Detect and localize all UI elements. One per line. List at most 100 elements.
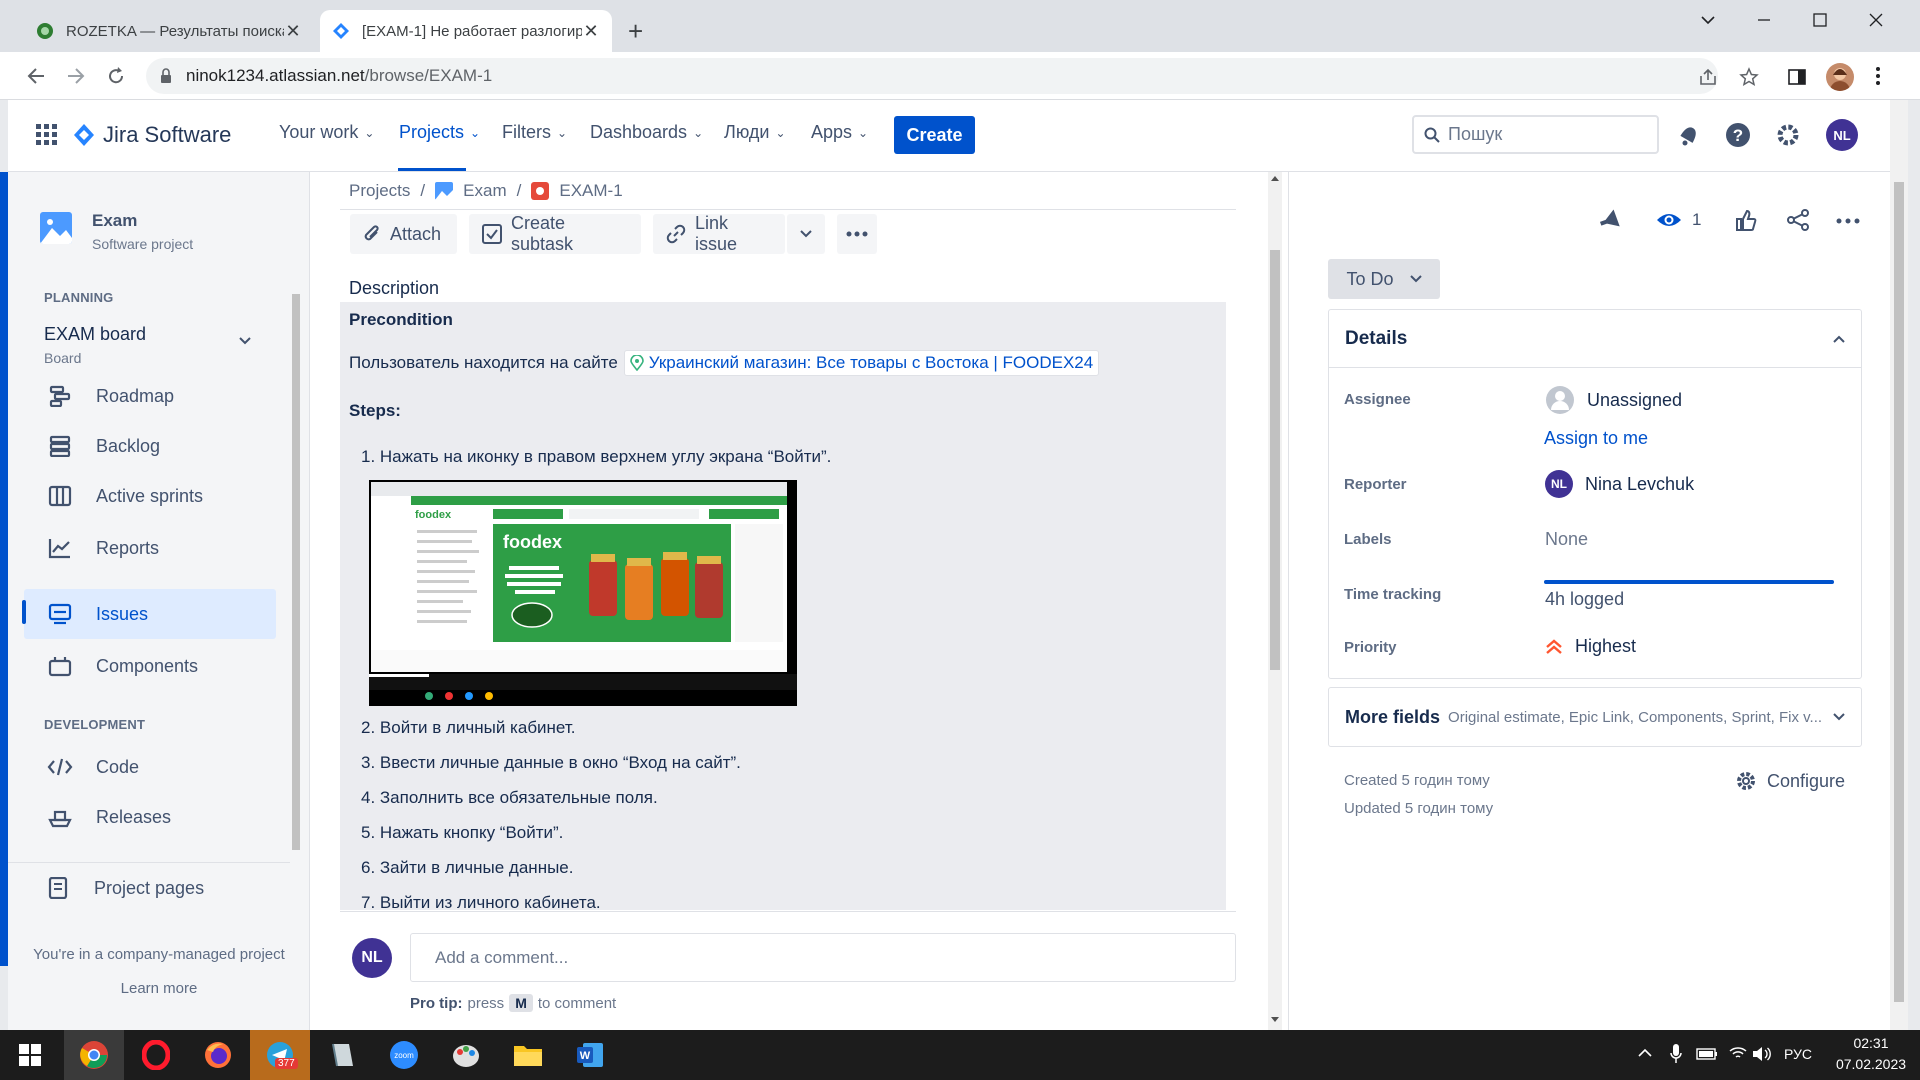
status-dropdown[interactable]: To Do — [1328, 259, 1440, 299]
sidebar-item-reports[interactable]: Reports — [24, 524, 276, 572]
settings-gear-icon[interactable] — [1775, 122, 1801, 148]
vote-thumbs-up-icon[interactable] — [1734, 208, 1758, 232]
nav-dashboards[interactable]: Dashboards ⌄ — [590, 122, 703, 143]
link-issue-button[interactable]: Link issue — [653, 213, 785, 254]
project-name[interactable]: Exam — [92, 211, 137, 231]
more-actions-button[interactable] — [837, 214, 877, 254]
create-button[interactable]: Create — [894, 116, 975, 154]
profile-avatar[interactable] — [1826, 63, 1854, 91]
foodex-smart-link[interactable]: Украинский магазин: Все товары с Востока… — [623, 350, 1100, 376]
breadcrumb-projects[interactable]: Projects — [349, 181, 410, 201]
sidebar-item-active-sprints[interactable]: Active sprints — [24, 472, 276, 520]
bookmark-star-icon[interactable] — [1739, 67, 1759, 87]
jira-logo[interactable]: Jira Software — [73, 122, 231, 148]
screenshot-attachment-image[interactable]: foodex foodex — [369, 480, 797, 706]
breadcrumb-exam[interactable]: Exam — [463, 181, 506, 201]
side-panel-icon[interactable] — [1788, 68, 1806, 86]
notes-taskbar-icon[interactable] — [312, 1030, 372, 1080]
project-avatar[interactable] — [40, 212, 72, 244]
volume-icon[interactable] — [1752, 1046, 1772, 1062]
chevron-down-icon: ⌄ — [470, 125, 481, 140]
maximize-icon[interactable] — [1792, 6, 1848, 34]
link-issue-dropdown[interactable] — [787, 214, 825, 254]
reporter-field[interactable]: NL Nina Levchuk — [1545, 470, 1694, 498]
share-icon[interactable] — [1786, 208, 1810, 232]
minimize-icon[interactable] — [1736, 6, 1792, 34]
firefox-taskbar-icon[interactable] — [188, 1030, 248, 1080]
page-scrollbar[interactable] — [1890, 100, 1908, 1030]
opera-taskbar-icon[interactable] — [126, 1030, 186, 1080]
nav-filters[interactable]: Filters ⌄ — [502, 122, 567, 143]
tab-close-icon[interactable]: ✕ — [582, 21, 600, 42]
share-page-icon[interactable] — [1698, 68, 1718, 86]
battery-icon[interactable] — [1696, 1048, 1718, 1060]
sidebar-item-backlog[interactable]: Backlog — [24, 422, 276, 470]
breadcrumb: Projects / Exam / EXAM-1 — [349, 181, 623, 201]
back-icon[interactable] — [26, 66, 46, 86]
sidebar-item-label: Components — [96, 655, 199, 676]
microphone-icon[interactable] — [1670, 1043, 1682, 1065]
board-sub: Board — [44, 350, 82, 366]
user-avatar[interactable]: NL — [1826, 119, 1858, 151]
url-text[interactable]: ninok1234.atlassian.net/browse/EXAM-1 — [186, 66, 492, 86]
reload-icon[interactable] — [106, 66, 126, 86]
configure-button[interactable]: Configure — [1735, 770, 1845, 792]
lock-icon[interactable] — [160, 68, 172, 84]
file-explorer-taskbar-icon[interactable] — [498, 1030, 558, 1080]
content-scrollbar[interactable] — [1268, 172, 1282, 1030]
priority-field[interactable]: Highest — [1545, 636, 1636, 657]
configure-label: Configure — [1767, 770, 1846, 791]
sidebar-scrollbar[interactable] — [290, 276, 302, 932]
watch-button[interactable]: 1 — [1656, 210, 1701, 230]
app-switcher-icon[interactable] — [36, 124, 58, 146]
sidebar-item-code[interactable]: Code — [24, 743, 276, 791]
window-close-icon[interactable] — [1848, 6, 1904, 34]
word-taskbar-icon[interactable]: W — [560, 1030, 620, 1080]
learn-more-link[interactable]: Learn more — [8, 980, 310, 997]
search-input[interactable]: Пошук — [1412, 115, 1659, 154]
page-icon — [22, 877, 94, 899]
notifications-icon[interactable] — [1678, 123, 1700, 147]
more-horizontal-icon[interactable] — [1836, 218, 1860, 224]
breadcrumb-issue-key[interactable]: EXAM-1 — [559, 181, 622, 201]
sidebar-item-label: Backlog — [96, 435, 161, 456]
paint-taskbar-icon[interactable] — [436, 1030, 496, 1080]
sidebar-item-components[interactable]: Components — [24, 642, 276, 690]
new-tab-button[interactable]: + — [628, 16, 643, 47]
zoom-taskbar-icon[interactable]: zoom — [374, 1030, 434, 1080]
nav-projects[interactable]: Projects ⌄ — [399, 122, 480, 143]
sidebar-item-releases[interactable]: Releases — [24, 793, 276, 841]
attach-button[interactable]: Attach — [350, 214, 457, 254]
browser-tab-rozetka[interactable]: ROZETKA — Результаты поиска ✕ — [24, 10, 314, 52]
feedback-megaphone-icon[interactable] — [1597, 208, 1625, 232]
clock[interactable]: 02:31 07.02.2023 — [1830, 1033, 1912, 1075]
chrome-taskbar-icon[interactable] — [64, 1030, 124, 1080]
windows-start-icon[interactable] — [0, 1030, 60, 1080]
wifi-icon[interactable] — [1728, 1045, 1748, 1061]
nav-apps[interactable]: Apps ⌄ — [811, 122, 868, 143]
browser-menu-icon[interactable] — [1875, 66, 1881, 86]
tab-close-icon[interactable]: ✕ — [284, 21, 302, 42]
scroll-up-arrow-icon[interactable] — [1270, 174, 1280, 182]
labels-value[interactable]: None — [1545, 529, 1588, 550]
tray-chevron-up-icon[interactable] — [1638, 1048, 1652, 1058]
sidebar-item-roadmap[interactable]: Roadmap — [24, 372, 276, 420]
nav-your-work[interactable]: Your work ⌄ — [279, 122, 374, 143]
board-selector[interactable]: EXAM board Board — [22, 316, 276, 378]
forward-icon[interactable] — [66, 66, 86, 86]
scroll-down-arrow-icon[interactable] — [1270, 1016, 1280, 1024]
create-subtask-button[interactable]: Create subtask — [469, 213, 641, 254]
add-comment-input[interactable]: Add a comment... — [410, 933, 1236, 982]
telegram-taskbar-icon[interactable] — [250, 1030, 310, 1080]
sidebar-item-issues[interactable]: Issues — [24, 589, 276, 639]
details-header[interactable]: Details — [1329, 310, 1861, 368]
assignee-field[interactable]: Unassigned — [1545, 385, 1682, 415]
sidebar-item-project-pages[interactable]: Project pages — [22, 864, 274, 912]
nav-people[interactable]: Люди ⌄ — [724, 122, 786, 143]
tab-search-icon[interactable] — [1680, 6, 1736, 34]
help-icon[interactable]: ? — [1725, 122, 1751, 148]
browser-tab-jira[interactable]: [EXAM-1] Не работает разлогир ✕ — [320, 10, 612, 52]
assign-to-me-link[interactable]: Assign to me — [1544, 428, 1648, 449]
more-fields-section[interactable]: More fields Original estimate, Epic Link… — [1328, 687, 1862, 747]
keyboard-language[interactable]: РУС — [1784, 1046, 1812, 1062]
